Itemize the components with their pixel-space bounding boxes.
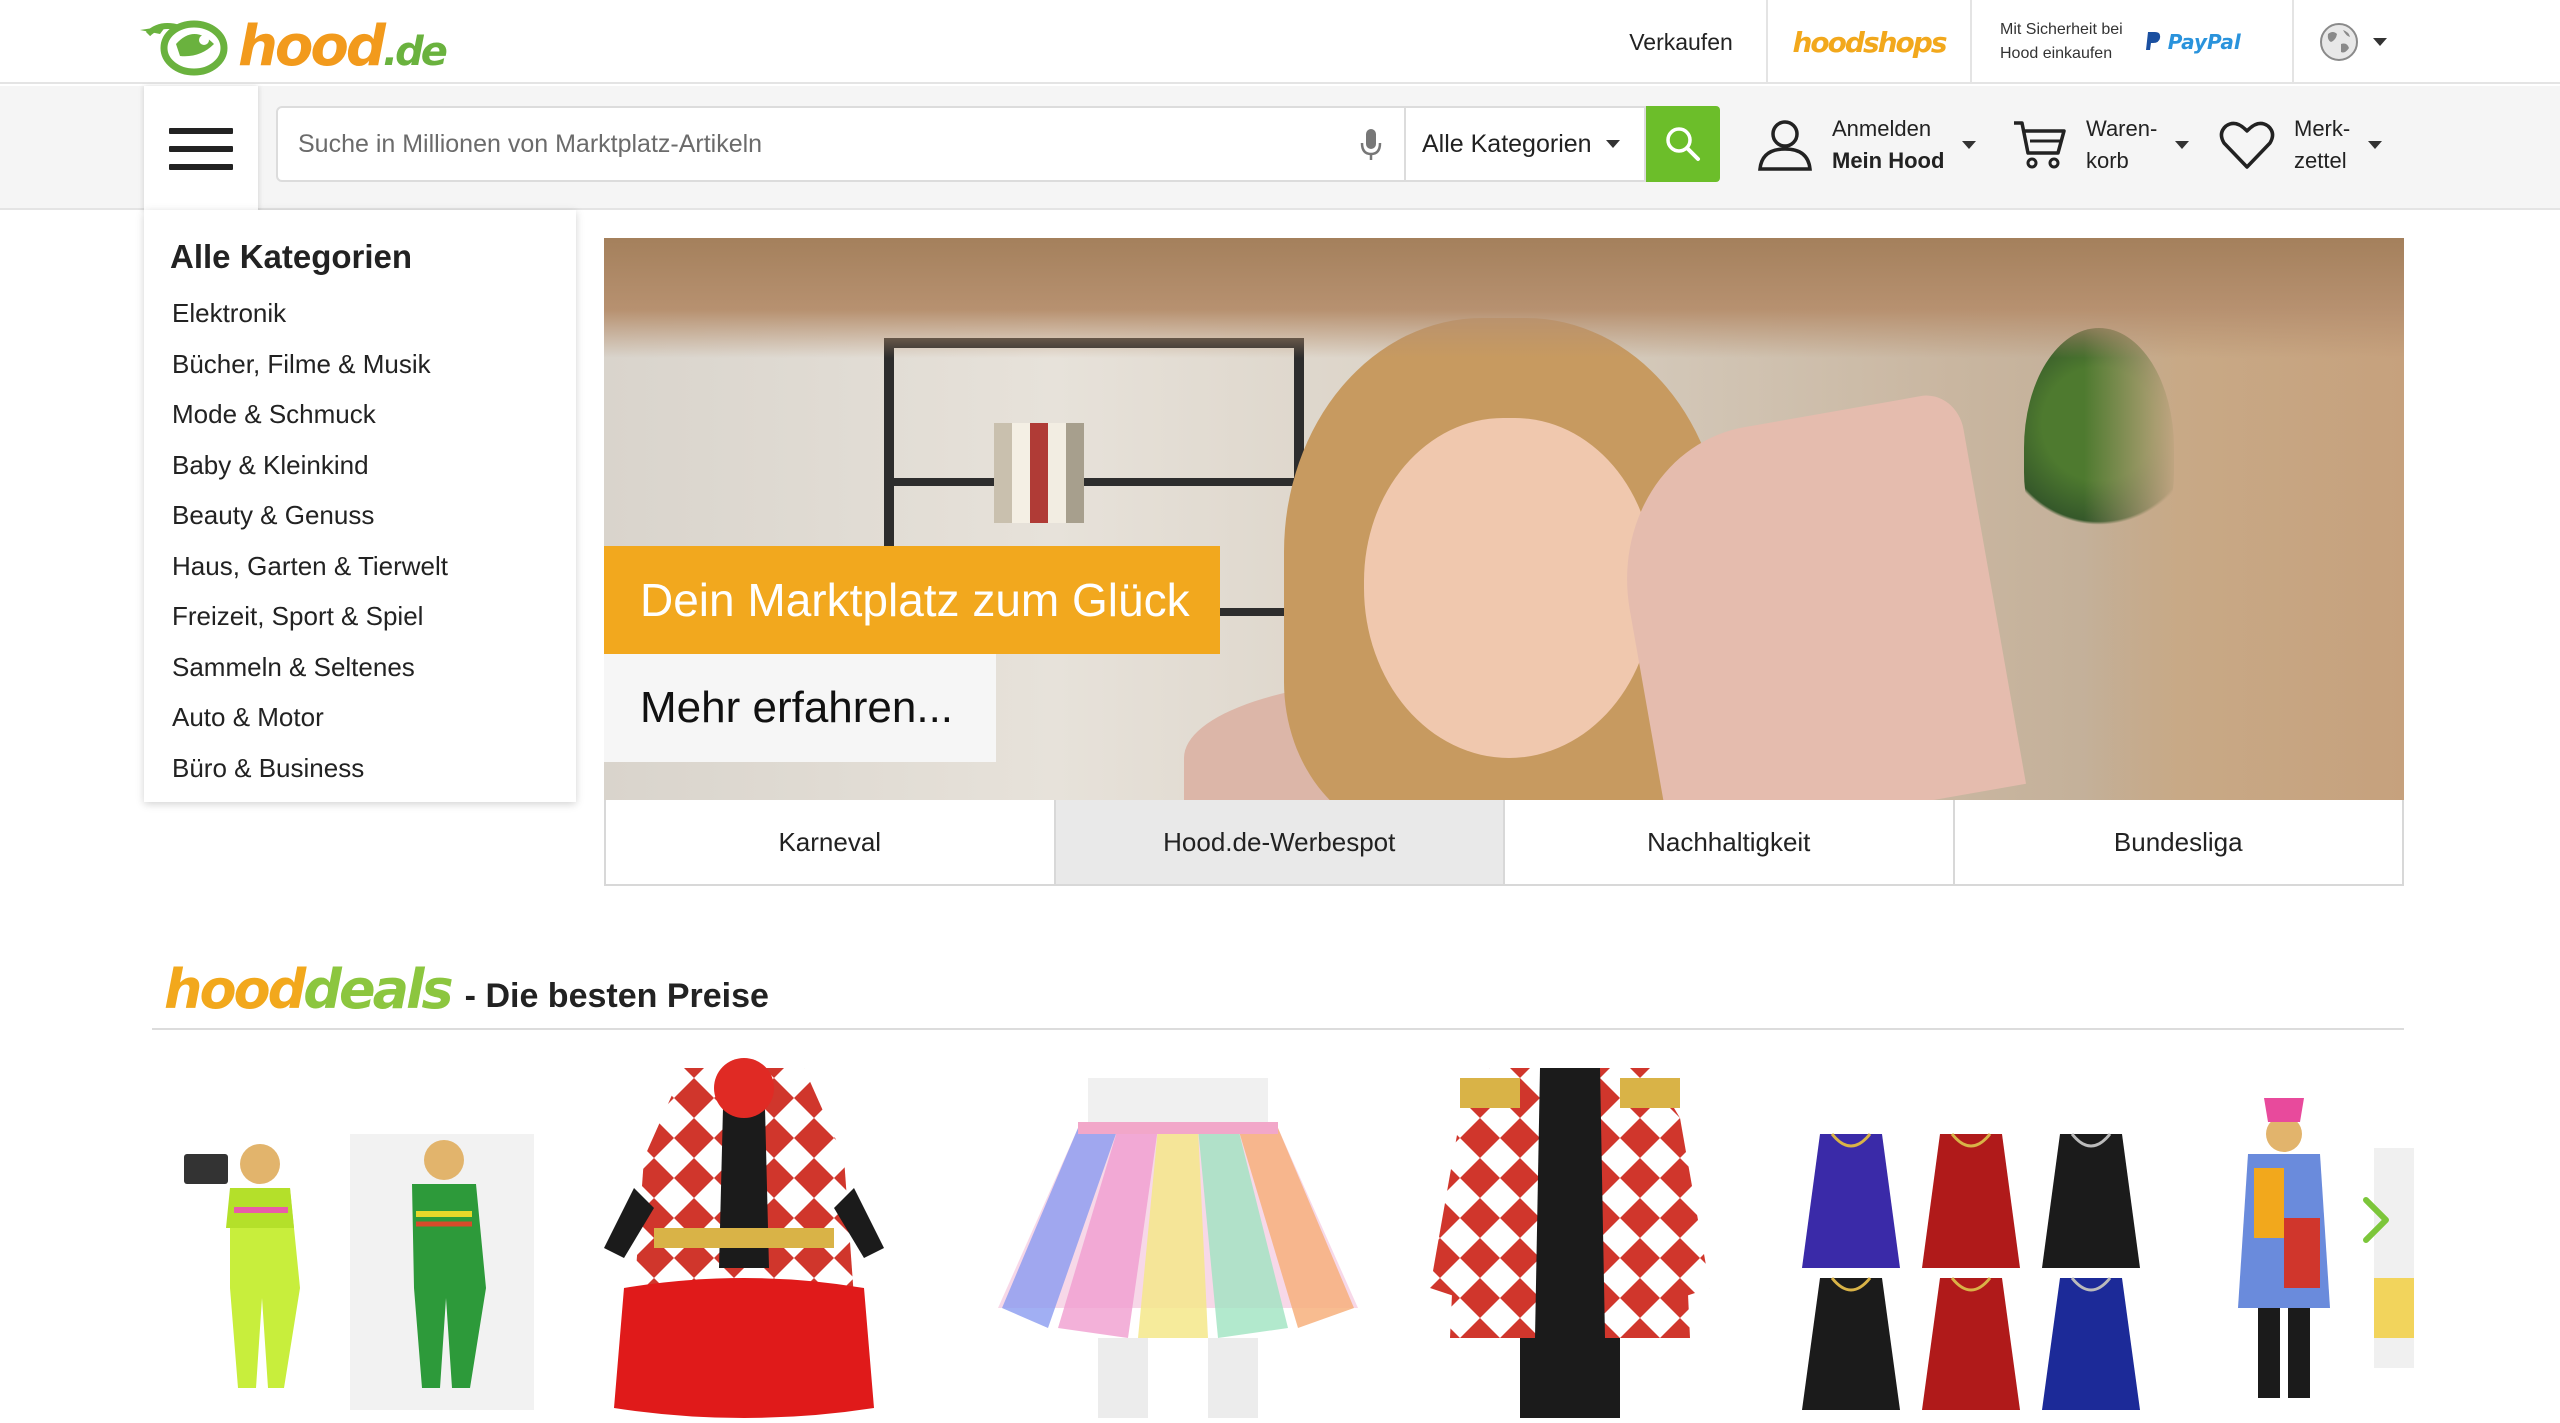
chevron-down-icon bbox=[2175, 141, 2190, 149]
paypal-p-icon bbox=[2145, 32, 2160, 50]
tab-werbespot[interactable]: Hood.de-Werbespot bbox=[1055, 800, 1505, 884]
category-item-beauty[interactable]: Beauty & Genuss bbox=[170, 490, 576, 541]
hero-box-lid-image bbox=[604, 238, 2404, 358]
heart-icon bbox=[2219, 121, 2275, 169]
divider bbox=[152, 1028, 2404, 1030]
product-card-harlequin-dress[interactable] bbox=[594, 1038, 894, 1418]
menu-icon-bar bbox=[169, 128, 233, 134]
login-label: Anmelden Mein Hood bbox=[1832, 116, 1945, 173]
cart-menu[interactable]: Waren- korb bbox=[2012, 108, 2190, 182]
category-dropdown-title[interactable]: Alle Kategorien bbox=[170, 238, 576, 276]
category-item-buero[interactable]: Büro & Business bbox=[170, 743, 576, 794]
category-item-buecher[interactable]: Bücher, Filme & Musik bbox=[170, 339, 576, 390]
category-menu-button[interactable] bbox=[144, 86, 258, 212]
top-bar: hood.de Verkaufen hoodshops Mit Sicherhe… bbox=[0, 0, 2560, 84]
hooddeals-logo[interactable]: hooddeals bbox=[164, 960, 454, 1020]
hoodshops-link[interactable]: hoodshops bbox=[1766, 0, 1970, 84]
hero-banner[interactable]: Dein Marktplatz zum Glück Mehr erfahren.… bbox=[604, 238, 2404, 800]
product-card-harlequin-jacket[interactable] bbox=[1420, 1038, 1720, 1418]
search-box bbox=[276, 106, 1406, 182]
product-card-tracksuits[interactable] bbox=[164, 1038, 544, 1418]
globe-icon bbox=[2320, 23, 2358, 61]
login-menu[interactable]: Anmelden Mein Hood bbox=[1756, 108, 1977, 182]
tab-nachhaltigkeit[interactable]: Nachhaltigkeit bbox=[1505, 800, 1955, 884]
category-item-baby[interactable]: Baby & Kleinkind bbox=[170, 440, 576, 491]
product-image bbox=[1430, 1068, 1710, 1418]
hero-tabs: Karneval Hood.de-Werbespot Nachhaltigkei… bbox=[604, 800, 2404, 886]
category-item-haus[interactable]: Haus, Garten & Tierwelt bbox=[170, 541, 576, 592]
language-selector[interactable] bbox=[2292, 0, 2412, 84]
hood-bird-icon bbox=[140, 20, 228, 76]
cart-icon bbox=[2014, 121, 2066, 169]
sell-label: Verkaufen bbox=[1629, 28, 1733, 55]
hero-girl-image bbox=[1164, 298, 2026, 800]
tab-bundesliga[interactable]: Bundesliga bbox=[1954, 800, 2402, 884]
user-icon bbox=[1758, 120, 1812, 171]
chevron-down-icon bbox=[2368, 141, 2383, 149]
logo-wordmark: hood.de bbox=[238, 14, 448, 79]
category-select[interactable]: Alle Kategorien bbox=[1404, 106, 1646, 182]
hooddeals-heading: hooddeals - Die besten Preise bbox=[164, 950, 769, 1020]
hooddeals-subtitle: - Die besten Preise bbox=[464, 977, 769, 1015]
paypal-note: Mit Sicherheit bei Hood einkaufen bbox=[2000, 21, 2123, 62]
menu-icon-bar bbox=[169, 164, 233, 170]
product-image bbox=[998, 1078, 1358, 1418]
search-button[interactable] bbox=[1646, 106, 1720, 182]
chevron-right-icon bbox=[2363, 1197, 2389, 1243]
sell-link[interactable]: Verkaufen bbox=[1596, 0, 1766, 84]
search-icon bbox=[1666, 127, 1700, 161]
chevron-down-icon bbox=[2373, 38, 2387, 46]
category-select-value: Alle Kategorien bbox=[1422, 129, 1592, 158]
hood-logo[interactable]: hood.de bbox=[136, 10, 448, 79]
deals-carousel bbox=[164, 1038, 2414, 1418]
wishlist-label: Merk- zettel bbox=[2294, 116, 2351, 173]
category-item-elektronik[interactable]: Elektronik bbox=[170, 288, 576, 339]
search-input[interactable] bbox=[298, 108, 1358, 180]
product-image bbox=[184, 1134, 534, 1410]
category-item-freizeit[interactable]: Freizeit, Sport & Spiel bbox=[170, 591, 576, 642]
product-image bbox=[604, 1058, 884, 1418]
cart-label: Waren- korb bbox=[2086, 116, 2158, 173]
hero-cta-button[interactable]: Mehr erfahren... bbox=[604, 654, 996, 762]
menu-icon-bar bbox=[169, 146, 233, 152]
paypal-info[interactable]: Mit Sicherheit bei Hood einkaufen PayPal bbox=[1970, 0, 2292, 84]
chevron-down-icon bbox=[1962, 141, 1977, 149]
hoodshops-logo: hoodshops bbox=[1792, 25, 1948, 59]
product-image bbox=[1802, 1133, 2140, 1410]
hero-headline: Dein Marktplatz zum Glück bbox=[604, 546, 1220, 654]
category-item-mode[interactable]: Mode & Schmuck bbox=[170, 389, 576, 440]
tab-karneval[interactable]: Karneval bbox=[606, 800, 1056, 884]
product-card-rainbow-tutu[interactable] bbox=[988, 1038, 1368, 1418]
category-dropdown: Alle Kategorien Elektronik Bücher, Filme… bbox=[144, 210, 576, 802]
category-item-sammeln[interactable]: Sammeln & Seltenes bbox=[170, 642, 576, 693]
paypal-logo: PayPal bbox=[2145, 30, 2241, 54]
carousel-next-button[interactable] bbox=[2356, 1190, 2396, 1250]
product-card-capes[interactable] bbox=[1790, 1038, 2160, 1418]
search-row: Alle Kategorien Anmelden Mein Hood Waren… bbox=[0, 86, 2560, 212]
category-item-auto[interactable]: Auto & Motor bbox=[170, 692, 576, 743]
hero-books-image bbox=[994, 423, 1084, 523]
chevron-down-icon bbox=[1605, 140, 1620, 148]
wishlist-menu[interactable]: Merk- zettel bbox=[2218, 108, 2383, 182]
microphone-icon[interactable] bbox=[1360, 128, 1382, 162]
